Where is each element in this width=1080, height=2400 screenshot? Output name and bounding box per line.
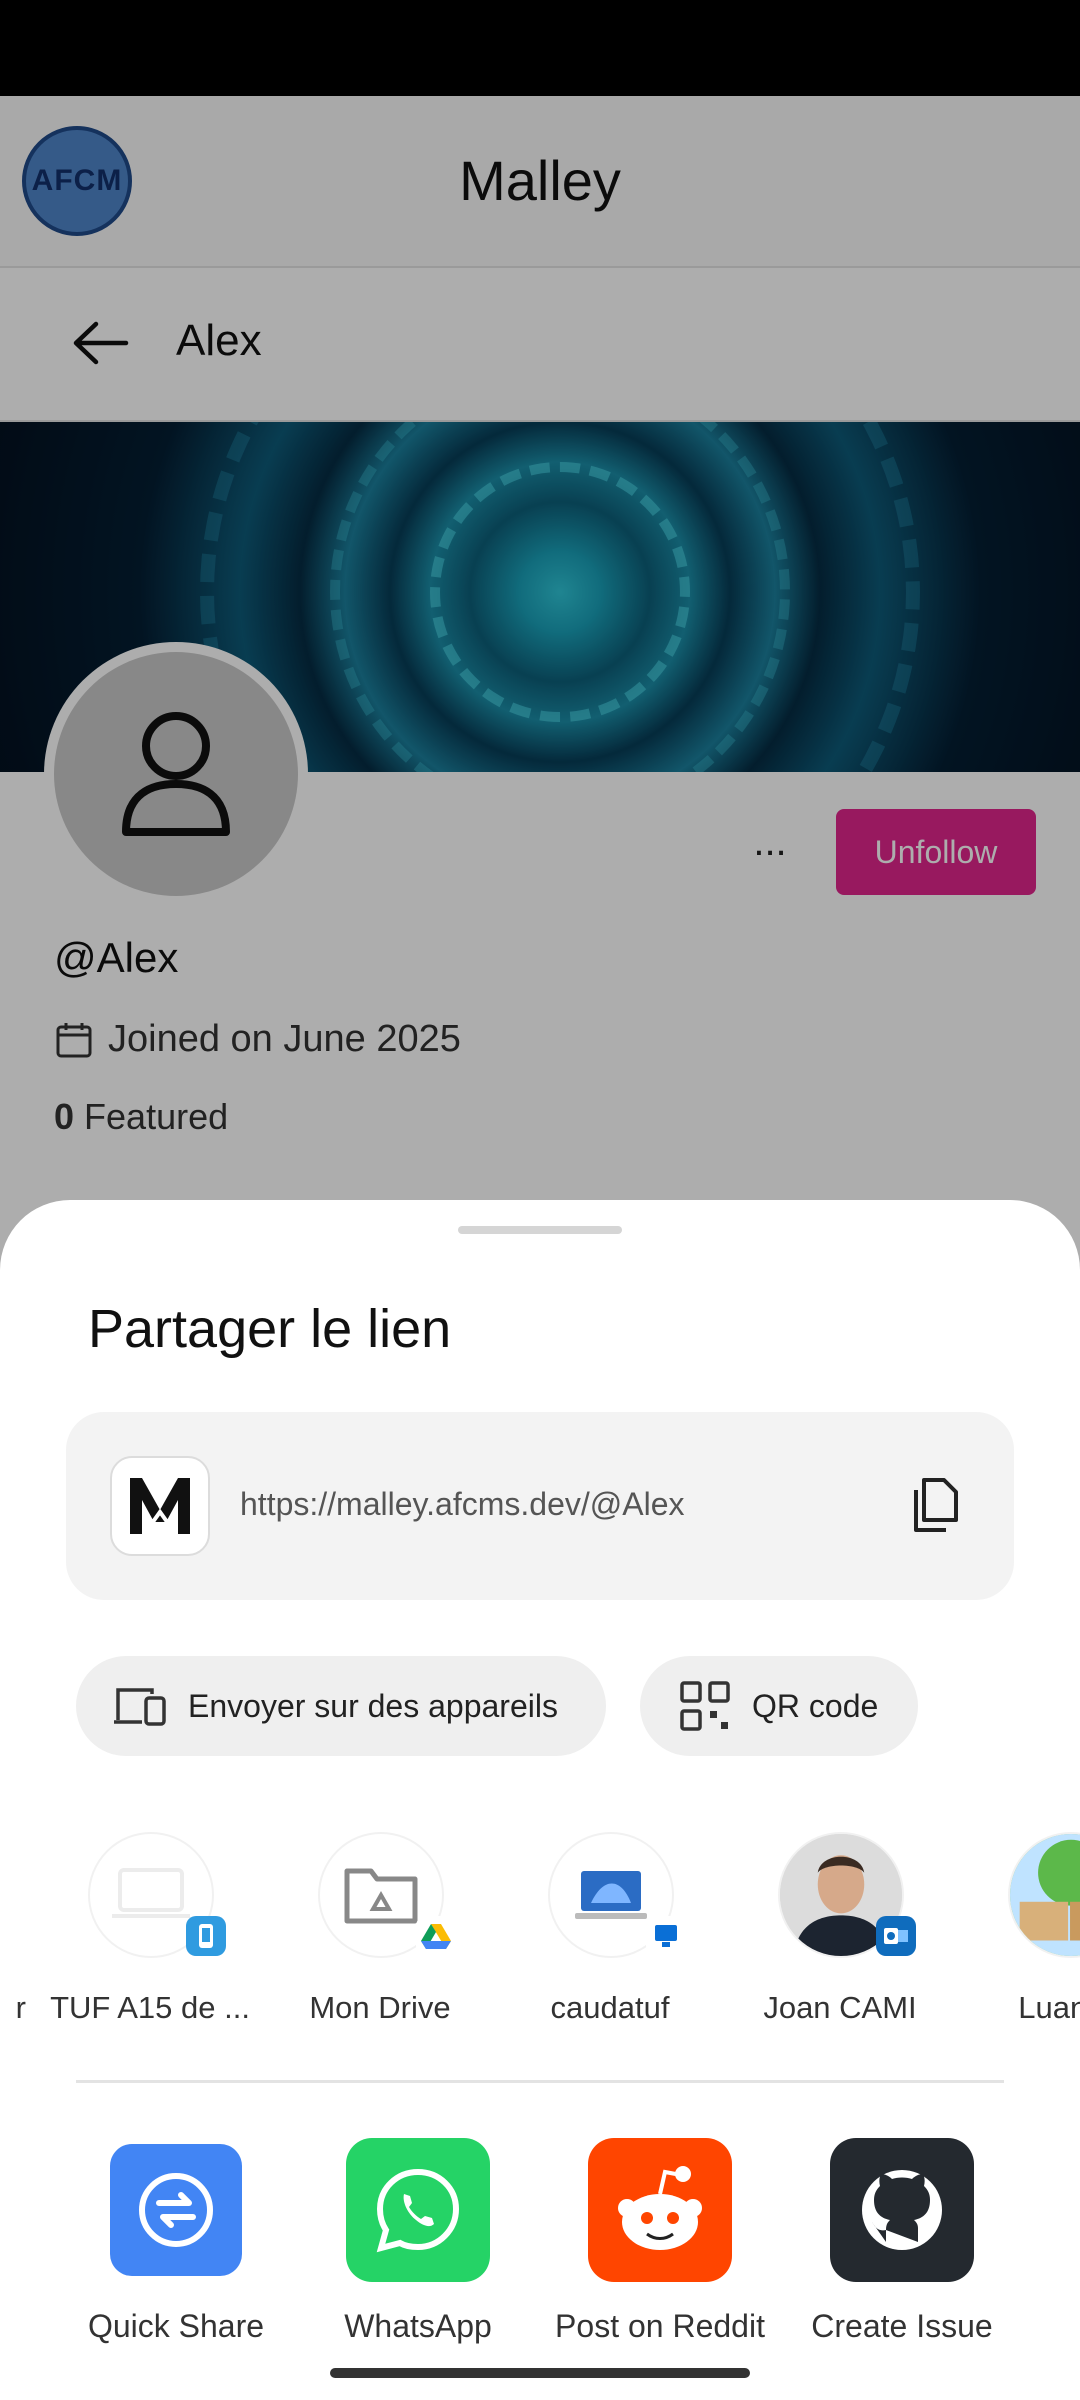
laptop-icon (112, 1868, 190, 1918)
app-share-quick-share[interactable]: Quick Share (56, 2138, 296, 2368)
share-sheet-title: Partager le lien (88, 1299, 452, 1359)
folder-icon (344, 1868, 418, 1924)
github-icon (830, 2138, 974, 2282)
direct-share-label: caudatuf (550, 1990, 670, 2025)
google-drive-badge-icon (416, 1916, 456, 1956)
windows-laptop-icon (575, 1871, 647, 1919)
windows-link-badge-icon (646, 1916, 686, 1956)
quick-share-icon (110, 2144, 242, 2276)
app-label: WhatsApp (344, 2308, 492, 2344)
outlook-badge-icon (876, 1916, 916, 1956)
qr-code-icon (680, 1681, 730, 1731)
direct-share-target[interactable]: Mon Drive (270, 1832, 490, 2032)
phone-link-badge-icon (186, 1916, 226, 1956)
app-share-reddit[interactable]: Post on Reddit (540, 2138, 780, 2368)
share-sheet: Partager le lien https://malley.afcms.de… (0, 1200, 1080, 2400)
luanti-avatar (1008, 1832, 1080, 1958)
send-to-devices-label: Envoyer sur des appareils (188, 1687, 558, 1724)
malley-logo-icon (130, 1478, 190, 1534)
reddit-icon (588, 2138, 732, 2282)
link-preview-card: https://malley.afcms.dev/@Alex (66, 1412, 1014, 1600)
qr-code-label: QR code (752, 1687, 879, 1724)
direct-share-target[interactable]: TUF A15 de ... (40, 1832, 260, 2032)
direct-share-label: Luanti - (1018, 1990, 1080, 2025)
direct-share-target[interactable]: Luanti - (960, 1832, 1080, 2032)
app-share-whatsapp[interactable]: WhatsApp (298, 2138, 538, 2368)
direct-share-target[interactable]: Joan CAMI (730, 1832, 950, 2032)
copy-icon[interactable] (904, 1474, 966, 1536)
shared-link-url: https://malley.afcms.dev/@Alex (240, 1486, 685, 1522)
direct-share-label: Mon Drive (309, 1990, 451, 2025)
direct-share-label: TUF A15 de ... (50, 1990, 250, 2025)
app-label: Create Issue (811, 2308, 993, 2344)
app-label: Post on Reddit (555, 2308, 765, 2344)
app-label: Quick Share (87, 2308, 265, 2344)
gesture-navigation-bar[interactable] (330, 2368, 750, 2378)
share-divider (76, 2080, 1004, 2083)
direct-share-label: Joan CAMI (763, 1990, 917, 2025)
direct-share-target[interactable]: r (0, 1832, 26, 2032)
qr-code-button[interactable]: QR code (640, 1656, 918, 1756)
sheet-drag-handle[interactable] (458, 1226, 622, 1234)
app-share-github-create-issue[interactable]: Create Issue (782, 2138, 1022, 2368)
send-to-devices-button[interactable]: Envoyer sur des appareils (76, 1656, 606, 1756)
whatsapp-icon (346, 2138, 490, 2282)
site-favicon (110, 1456, 210, 1556)
direct-share-target[interactable]: caudatuf (500, 1832, 720, 2032)
luanti-game-icon (1010, 1834, 1080, 1956)
devices-icon (114, 1688, 166, 1726)
direct-share-label: r (15, 1990, 26, 2025)
